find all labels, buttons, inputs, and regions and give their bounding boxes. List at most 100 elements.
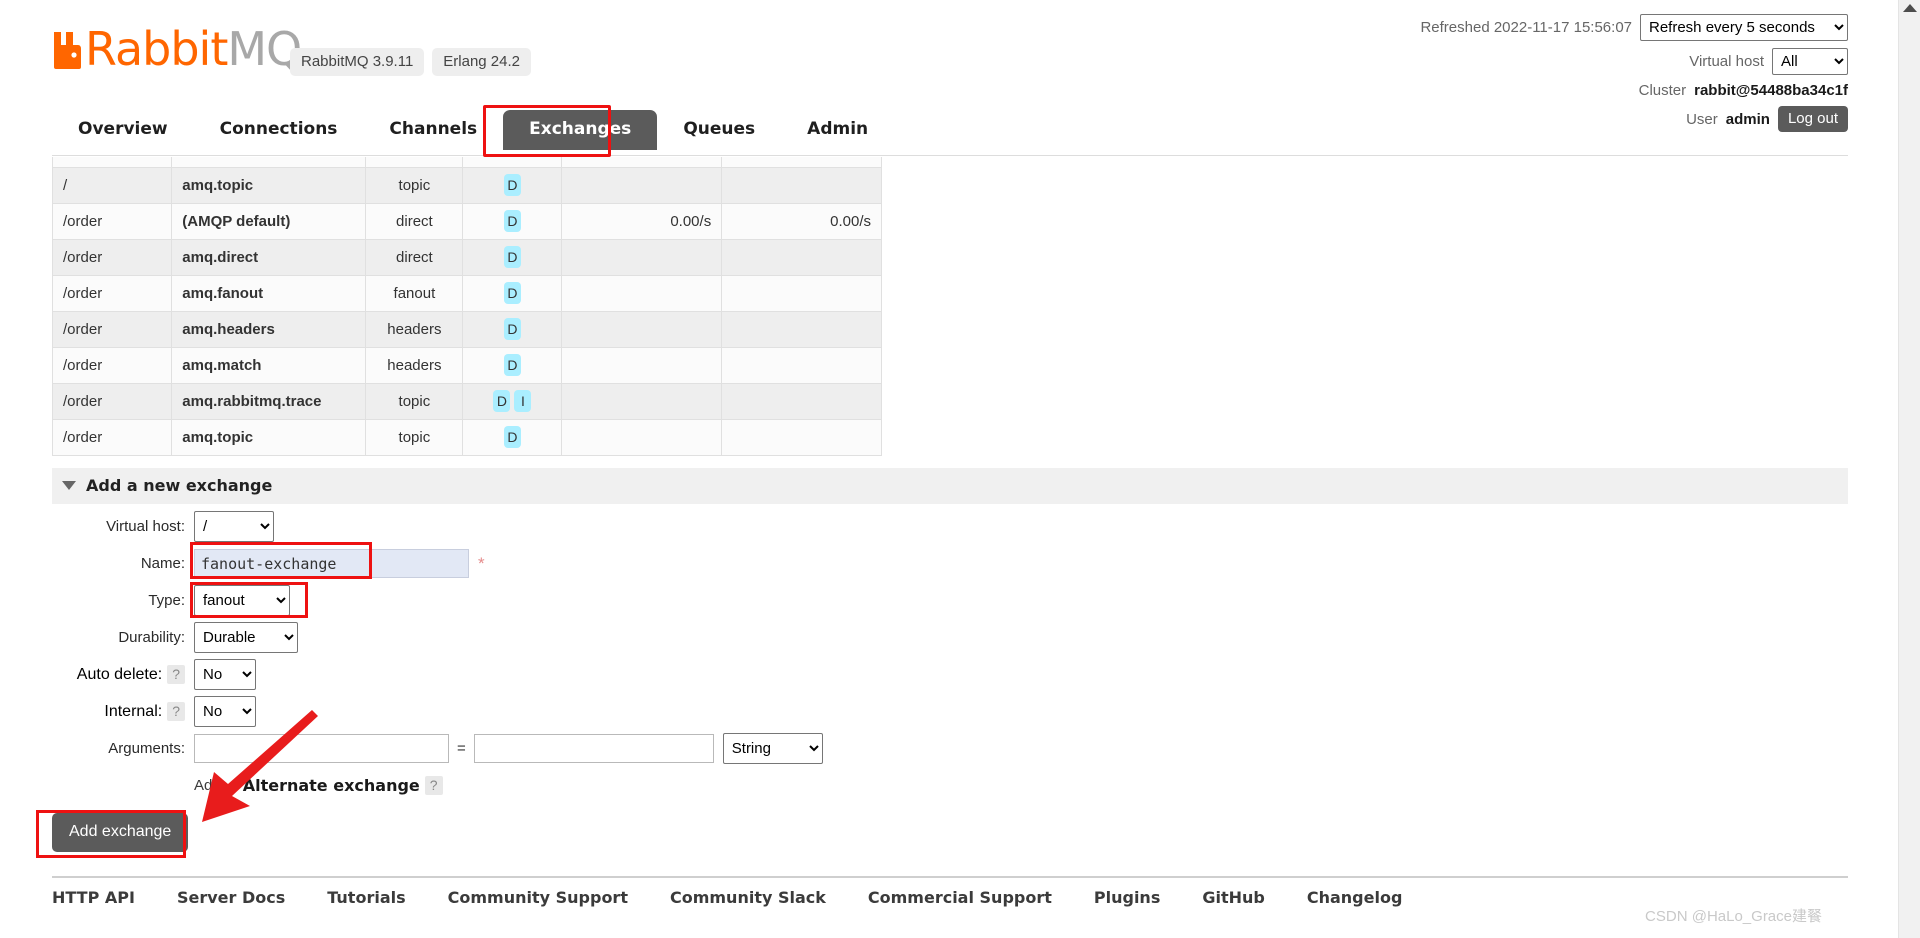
- cell-exchange-type: fanout: [365, 275, 464, 312]
- page-content: RabbitMQ TM RabbitMQ 3.9.11 Erlang 24.2 …: [0, 0, 1880, 938]
- footer-link[interactable]: Changelog: [1307, 888, 1403, 907]
- logout-button[interactable]: Log out: [1777, 106, 1848, 132]
- nav-item-overview[interactable]: Overview: [52, 110, 194, 150]
- required-asterisk: *: [478, 553, 485, 573]
- nav-item-exchanges[interactable]: Exchanges: [503, 110, 658, 150]
- cell-exchange-type: topic: [365, 383, 464, 420]
- cell-virtual-host: /order: [51, 383, 173, 420]
- vhost-select[interactable]: All: [1772, 48, 1848, 75]
- cell-features: D: [462, 203, 563, 240]
- cell-virtual-host: /: [51, 167, 173, 204]
- add-argument-link[interactable]: Add: [194, 777, 221, 794]
- vhost-field-label: Virtual host:: [106, 518, 185, 535]
- nav-item-admin[interactable]: Admin: [781, 110, 894, 150]
- footer-link[interactable]: Plugins: [1094, 888, 1160, 907]
- cell-features: D: [462, 419, 563, 456]
- internal-help-icon[interactable]: ?: [167, 702, 185, 721]
- cell-features: D: [462, 275, 563, 312]
- erlang-version-badge: Erlang 24.2: [432, 48, 532, 76]
- autodelete-select[interactable]: No: [194, 659, 256, 690]
- argument-value-input[interactable]: [473, 734, 714, 763]
- footer-divider: [52, 876, 1848, 878]
- table-row[interactable]: /order amq.direct direct D: [51, 239, 882, 276]
- table-row[interactable]: /order amq.headers headers D: [51, 311, 882, 348]
- cell-exchange-name: amq.topic: [171, 419, 367, 456]
- cell-features: D: [462, 347, 563, 384]
- cell-exchange-name: amq.rabbitmq.trace: [171, 383, 367, 420]
- alternate-exchange-help-icon[interactable]: ?: [424, 776, 443, 795]
- exchanges-table: / amq.topic topic D/order (AMQP default) dire…: [51, 167, 882, 456]
- feature-badge: D: [503, 318, 521, 340]
- cell-virtual-host: /order: [51, 347, 173, 384]
- footer-link[interactable]: Commercial Support: [868, 888, 1052, 907]
- form-row-durability: Durability: Durable: [52, 619, 972, 656]
- cell-rate-out: [721, 311, 882, 348]
- vertical-scrollbar[interactable]: [1898, 0, 1920, 938]
- cell-exchange-type: topic: [365, 167, 464, 204]
- feature-badge: D: [503, 246, 521, 268]
- table-row[interactable]: / amq.topic topic D: [51, 167, 882, 204]
- cluster-label: Cluster: [1638, 82, 1687, 99]
- cell-exchange-name: (AMQP default): [171, 203, 367, 240]
- table-row[interactable]: /order amq.match headers D: [51, 347, 882, 384]
- nav-item-connections[interactable]: Connections: [194, 110, 364, 150]
- cell-rate-in: 0.00/s: [561, 203, 723, 240]
- form-row-internal: Internal: ? No: [52, 693, 972, 730]
- footer-links: HTTP API Server Docs Tutorials Community Su…: [52, 888, 1444, 907]
- nav-divider: [52, 155, 1848, 156]
- footer-link[interactable]: Community Slack: [670, 888, 826, 907]
- footer-link[interactable]: Server Docs: [177, 888, 285, 907]
- footer-link[interactable]: Tutorials: [327, 888, 405, 907]
- cell-exchange-type: direct: [365, 203, 464, 240]
- cell-rate-in: [561, 419, 723, 456]
- cell-virtual-host: /order: [51, 239, 173, 276]
- footer-link[interactable]: HTTP API: [52, 888, 135, 907]
- arguments-field-label: Arguments:: [108, 740, 185, 757]
- csdn-watermark: CSDN @HaLo_Grace建䬸: [1645, 908, 1822, 925]
- cell-rate-out: 0.00/s: [721, 203, 882, 240]
- nav-item-queues[interactable]: Queues: [657, 110, 781, 150]
- nav-item-channels[interactable]: Channels: [363, 110, 503, 150]
- footer-link[interactable]: Community Support: [448, 888, 628, 907]
- cell-features: D: [462, 167, 563, 204]
- cell-features: D: [462, 239, 563, 276]
- footer-link[interactable]: GitHub: [1202, 888, 1265, 907]
- refresh-interval-select[interactable]: Refresh every 5 seconds: [1640, 14, 1848, 41]
- table-row[interactable]: /order amq.topic topic D: [51, 419, 882, 456]
- argument-type-select[interactable]: String: [722, 733, 823, 764]
- cell-features: DI: [462, 383, 563, 420]
- cluster-row: Cluster rabbit@54488ba34c1f: [1420, 82, 1848, 99]
- cell-virtual-host: /order: [51, 419, 173, 456]
- refresh-row: Refreshed 2022-11-17 15:56:07 Refresh ev…: [1420, 14, 1848, 41]
- cell-rate-out: [721, 347, 882, 384]
- table-row[interactable]: /order amq.fanout fanout D: [51, 275, 882, 312]
- cell-rate-in: [561, 239, 723, 276]
- feature-badge: D: [503, 210, 521, 232]
- user-row: User admin Log out: [1420, 106, 1848, 132]
- logo-rabbit-text: Rabbit: [85, 22, 228, 76]
- add-exchange-section-header[interactable]: Add a new exchange: [52, 468, 1848, 504]
- cell-exchange-type: direct: [365, 239, 464, 276]
- cell-exchange-type: headers: [365, 347, 464, 384]
- feature-badge: D: [493, 390, 511, 412]
- form-row-vhost: Virtual host: /: [52, 508, 972, 545]
- cell-rate-out: [721, 239, 882, 276]
- autodelete-help-icon[interactable]: ?: [167, 665, 185, 684]
- vhost-row: Virtual host All: [1420, 48, 1848, 75]
- form-vhost-select[interactable]: /: [194, 511, 274, 542]
- internal-field-label: Internal:: [104, 702, 163, 720]
- add-exchange-button[interactable]: Add exchange: [52, 812, 189, 852]
- durability-select[interactable]: Durable: [194, 622, 298, 653]
- rabbitmq-logo[interactable]: RabbitMQ TM: [52, 26, 323, 72]
- cell-rate-in: [561, 383, 723, 420]
- rabbitmq-version-badge: RabbitMQ 3.9.11: [290, 48, 425, 76]
- argument-key-input[interactable]: [194, 734, 449, 763]
- table-row[interactable]: /order amq.rabbitmq.trace topic D I: [51, 383, 882, 420]
- table-row[interactable]: /order (AMQP default) direct D 0.00/s 0.00/s: [51, 203, 882, 240]
- scroll-up-arrow-icon[interactable]: [1903, 4, 1917, 12]
- internal-select[interactable]: No: [194, 696, 256, 727]
- main-nav: Overview Connections Channels Exchanges …: [52, 110, 894, 150]
- exchange-type-select[interactable]: fanout: [194, 585, 290, 616]
- exchange-name-input[interactable]: [194, 549, 469, 578]
- form-row-name: Name: *: [52, 545, 972, 582]
